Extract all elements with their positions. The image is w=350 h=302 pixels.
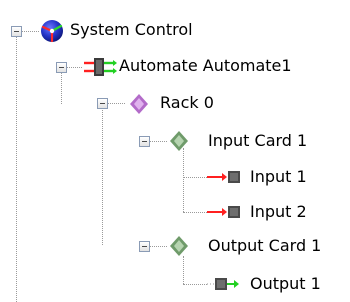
tree-node-label[interactable]: Rack 0 [160, 93, 214, 113]
collapse-toggle[interactable] [97, 98, 108, 109]
card-icon [167, 129, 191, 157]
card-icon [167, 234, 191, 262]
tree-node-label[interactable]: Output 1 [250, 274, 321, 294]
globe-icon [40, 19, 64, 47]
tree-line [61, 70, 62, 104]
tree-view[interactable]: System Control Automate Automate1 Rack 0… [0, 0, 350, 302]
tree-line [66, 67, 82, 68]
tree-line [21, 31, 39, 32]
input-port-icon [205, 169, 241, 189]
tree-line [183, 284, 207, 285]
collapse-toggle[interactable] [139, 136, 150, 147]
tree-line [183, 177, 207, 178]
tree-line [107, 103, 125, 104]
tree-node-label[interactable]: System Control [70, 20, 193, 40]
automate-icon [83, 55, 119, 83]
tree-line [183, 212, 207, 213]
collapse-toggle[interactable] [56, 62, 67, 73]
tree-node-label[interactable]: Automate Automate1 [119, 56, 292, 76]
output-port-icon [205, 276, 241, 296]
tree-line [149, 141, 167, 142]
tree-line [102, 103, 103, 245]
tree-node-label[interactable]: Input 1 [250, 167, 307, 187]
rack-icon [127, 92, 151, 120]
tree-line [16, 37, 17, 302]
input-port-icon [205, 204, 241, 224]
tree-node-label[interactable]: Input 2 [250, 202, 307, 222]
tree-node-label[interactable]: Input Card 1 [208, 131, 307, 151]
tree-line [183, 148, 184, 212]
collapse-toggle[interactable] [11, 26, 22, 37]
collapse-toggle[interactable] [139, 241, 150, 252]
tree-node-label[interactable]: Output Card 1 [208, 236, 321, 256]
tree-line [149, 246, 167, 247]
